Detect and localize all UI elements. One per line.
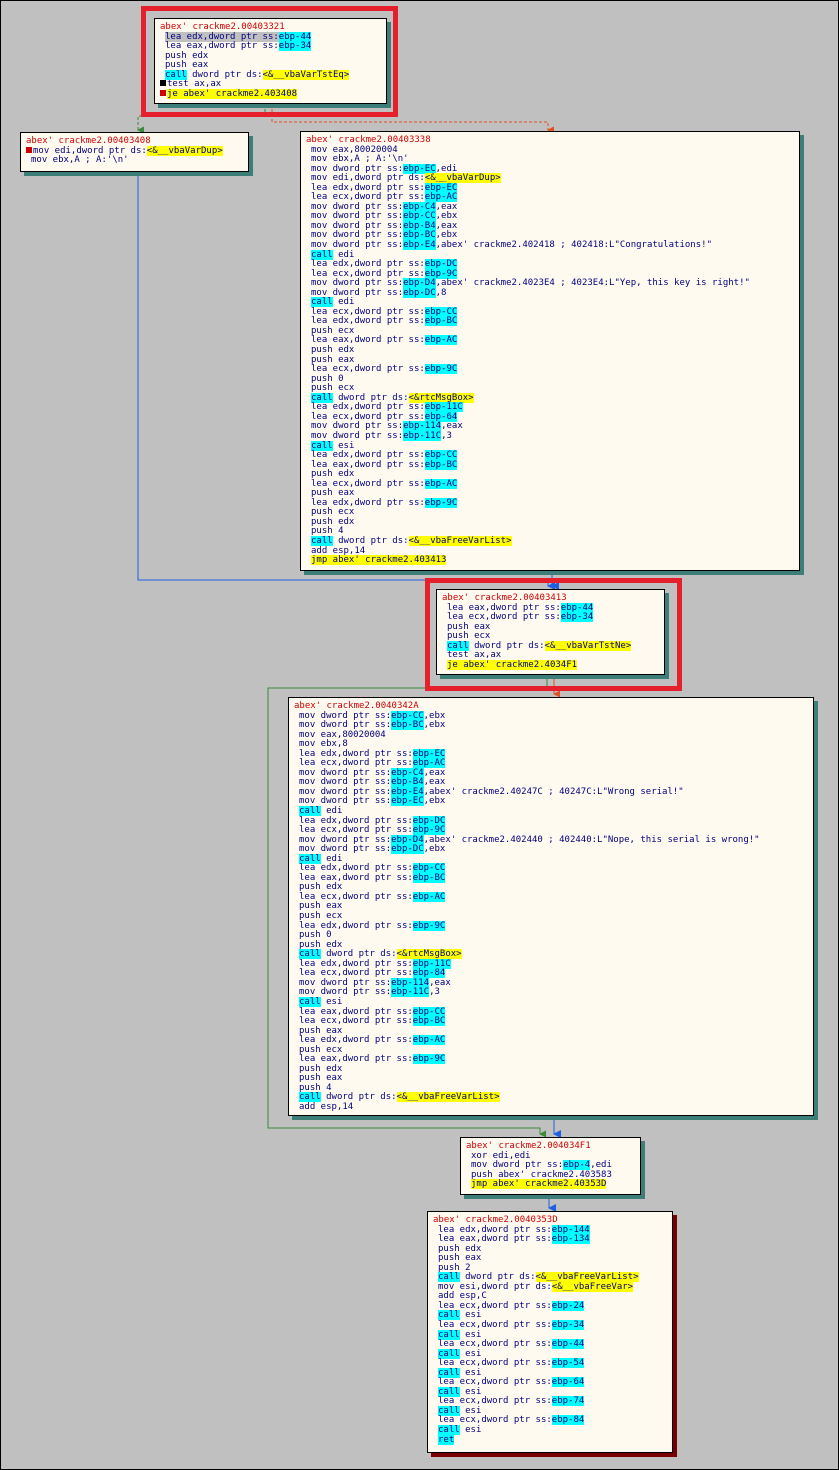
code-block-00403338[interactable]: abex' crackme2.00403338 mov eax,80020004 m… (300, 131, 800, 571)
code-block-0040342A[interactable]: abex' crackme2.0040342A mov dword ptr ss:… (288, 697, 814, 1116)
instruction-line[interactable]: push 0 (306, 374, 793, 385)
breakpoint-marker (26, 146, 32, 153)
code-block-00403321[interactable]: abex' crackme2.00403321 lea edx,dword ptr… (154, 18, 387, 104)
instruction-line[interactable]: lea ecx,dword ptr ss:ebp-9C (306, 364, 793, 375)
instruction-line[interactable]: push edx (306, 517, 793, 528)
instruction-line[interactable]: push 0 (294, 931, 807, 941)
instruction-line[interactable]: je abex' crackme2.403408 (160, 88, 380, 100)
instruction-line[interactable]: add esp,14 (294, 1102, 807, 1113)
instruction-line[interactable]: mov dword ptr ss:ebp-E4,abex' crackme2.4… (306, 240, 793, 251)
breakpoint-marker (160, 80, 166, 87)
instruction-line[interactable]: jmp abex' crackme2.40353D (466, 1179, 634, 1190)
instruction-line[interactable]: je abex' crackme2.4034F1 (442, 659, 658, 671)
instruction-line[interactable]: call dword ptr ds:<&__vbaFreeVarList> (306, 535, 793, 547)
instruction-line[interactable]: mov dword ptr ss:ebp-DC,ebx (294, 844, 807, 855)
instruction-line[interactable]: lea edx,dword ptr ss:ebp-BC (306, 316, 793, 327)
instruction-line[interactable]: lea eax,dword ptr ss:ebp-AC (306, 335, 793, 346)
instruction-line[interactable]: lea edx,dword ptr ss:ebp-9C (306, 497, 793, 509)
instruction-line[interactable]: lea ecx,dword ptr ss:ebp-BC (294, 1016, 807, 1027)
instruction-line[interactable]: lea edx,dword ptr ss:ebp-AC (294, 1035, 807, 1046)
instruction-line[interactable]: lea edx,dword ptr ss:ebp-9C (294, 920, 807, 932)
instruction-line[interactable]: mov dword ptr ss:ebp-EC,ebx (294, 796, 807, 807)
instruction-line[interactable]: push edx (306, 345, 793, 356)
instruction-line[interactable]: lea ecx,dword ptr ss:ebp-AC (306, 478, 793, 490)
instruction-line[interactable]: mov dword ptr ss:ebp-DC,8 (306, 287, 793, 299)
instruction-line[interactable]: lea eax,dword ptr ss:ebp-BC (306, 459, 793, 471)
instruction-line[interactable]: push eax (294, 1074, 807, 1084)
instruction-line[interactable]: lea eax,dword ptr ss:ebp-BC (294, 872, 807, 884)
instruction-line[interactable]: ret (433, 1434, 666, 1446)
instruction-line[interactable]: call dword ptr ds:<&__vbaFreeVarList> (294, 1092, 807, 1103)
code-block-00403408[interactable]: abex' crackme2.00403408 mov edi,dword ptr… (20, 132, 249, 172)
code-block-00403413[interactable]: abex' crackme2.00403413 lea eax,dword ptr… (436, 589, 665, 675)
breakpoint-marker (160, 89, 166, 96)
instruction-line[interactable]: call esi (433, 1425, 666, 1436)
instruction-line[interactable]: mov dword ptr ss:ebp-11C,3 (306, 430, 793, 442)
instruction-line[interactable]: push edx (294, 1064, 807, 1075)
instruction-line[interactable]: push eax (294, 902, 807, 912)
instruction-line[interactable]: mov ebx,A ; A:'\n' (26, 156, 242, 166)
instruction-line[interactable]: lea ecx,dword ptr ss:ebp-AC (294, 891, 807, 903)
code-block-0040353D[interactable]: abex' crackme2.0040353D lea edx,dword ptr… (427, 1211, 673, 1453)
instruction-line[interactable]: mov eax,80020004 (294, 730, 807, 741)
instruction-line[interactable]: mov dword ptr ss:ebp-11C,3 (294, 987, 807, 998)
instruction-line[interactable]: jmp abex' crackme2.403413 (306, 555, 793, 566)
instruction-line[interactable]: push ecx (306, 508, 793, 518)
instruction-line[interactable]: lea eax,dword ptr ss:ebp-9C (294, 1054, 807, 1065)
code-block-004034F1[interactable]: abex' crackme2.004034F1 xor edi,edi mov dw… (460, 1137, 641, 1195)
